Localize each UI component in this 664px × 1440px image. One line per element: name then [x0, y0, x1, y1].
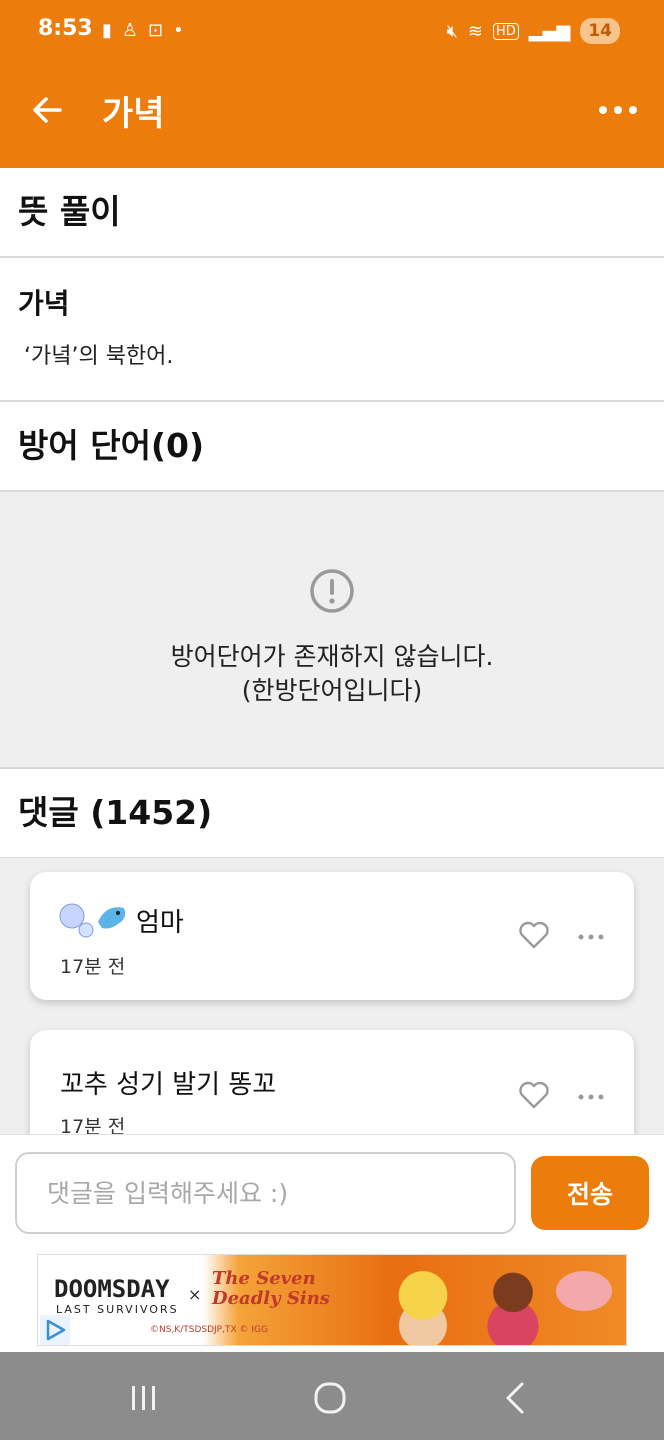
ad-choices-icon[interactable] — [40, 1315, 70, 1345]
bubble-dolphin-emoji-icon — [59, 903, 126, 938]
heart-icon[interactable] — [518, 920, 550, 950]
comments-header-section: 댓글 (1452) — [0, 769, 664, 857]
nav-back-icon[interactable] — [496, 1378, 536, 1418]
ad-banner[interactable]: DOOMSDAY LAST SURVIVORS × The Seven Dead… — [37, 1254, 627, 1346]
defense-header-section: 방어 단어(0) — [0, 402, 664, 490]
heart-icon[interactable] — [518, 1080, 550, 1110]
comment-card: 엄마 17분 전 — [30, 872, 634, 1000]
comments-list[interactable]: 엄마 17분 전 꼬추 성기 발기 똥꼬 17분 전 — [0, 858, 664, 1134]
comment-card: 꼬추 성기 발기 똥꼬 17분 전 — [30, 1030, 634, 1134]
meaning-header-section: 뜻 풀이 — [0, 168, 664, 256]
comment-time: 17분 전 — [60, 956, 126, 978]
ad-brand2-line1: The Seven — [212, 1268, 316, 1289]
meaning-definition: ‘가녘’의 북한어. — [24, 344, 174, 369]
ad-brand-seven-deadly-sins: The Seven Deadly Sins — [212, 1269, 330, 1309]
ad-character-image — [378, 1261, 468, 1345]
ad-brand-doomsday-sub: LAST SURVIVORS — [56, 1303, 179, 1316]
home-icon[interactable] — [310, 1378, 350, 1418]
ad-brand-doomsday: DOOMSDAY — [54, 1275, 170, 1303]
mute-icon: 🔇︎ — [446, 20, 458, 42]
comment-input[interactable] — [15, 1152, 516, 1234]
page-title: 가녁 — [102, 94, 165, 134]
comment-author: 엄마 — [136, 908, 184, 938]
ad-character-image — [478, 1263, 548, 1345]
wifi-icon: ≋ — [467, 20, 483, 42]
comment-more-icon[interactable] — [578, 933, 604, 941]
screenshot-icon: ⊡ — [148, 20, 164, 41]
status-icons-right: 🔇︎ ≋ HD ▂▄▆ 14 — [447, 18, 620, 44]
ad-brand2-line2: Deadly Sins — [212, 1288, 330, 1309]
meaning-header: 뜻 풀이 — [18, 192, 121, 231]
back-arrow-icon[interactable] — [26, 88, 70, 132]
app-bar: 가녁 — [0, 64, 664, 168]
empty-message-line1: 방어단어가 존재하지 않습니다. — [170, 642, 494, 671]
comment-input-bar: 전송 — [0, 1134, 664, 1244]
divider — [0, 256, 664, 258]
comment-author: 꼬추 성기 발기 똥꼬 — [60, 1070, 277, 1100]
alert-circle-icon — [310, 569, 354, 613]
dot-icon: • — [173, 20, 184, 41]
system-nav-bar — [0, 1352, 664, 1440]
comment-more-icon[interactable] — [578, 1093, 604, 1101]
hd-icon: HD — [493, 22, 519, 40]
send-button[interactable]: 전송 — [531, 1156, 649, 1230]
status-icons-left: ▮ ♙ ⊡ • — [102, 20, 184, 41]
status-bar: 8:53 ▮ ♙ ⊡ • 🔇︎ ≋ HD ▂▄▆ 14 — [0, 0, 664, 64]
ad-copyright: ©NS,K/TSDSDJP,TX © IGG — [150, 1325, 268, 1335]
empty-message-line2: (한방단어입니다) — [241, 676, 423, 705]
accessibility-icon: ♙ — [121, 20, 139, 41]
defense-empty-state — [0, 492, 664, 767]
comment-time: 17분 전 — [60, 1116, 126, 1134]
recent-apps-icon[interactable] — [124, 1378, 164, 1418]
comments-header: 댓글 (1452) — [18, 793, 213, 832]
empty-message: 방어단어가 존재하지 않습니다. (한방단어입니다) — [0, 640, 664, 708]
top-bar: 8:53 ▮ ♙ ⊡ • 🔇︎ ≋ HD ▂▄▆ 14 가녁 — [0, 0, 664, 168]
battery-indicator: 14 — [580, 18, 620, 44]
ad-pig-image — [556, 1271, 612, 1311]
meaning-word: 가녁 — [18, 287, 70, 320]
more-options-icon[interactable] — [598, 96, 638, 124]
battery-saver-icon: ▮ — [102, 20, 112, 41]
defense-header: 방어 단어(0) — [18, 426, 205, 465]
ad-cross-icon: × — [188, 1285, 202, 1304]
status-time: 8:53 — [38, 16, 93, 41]
signal-icon: ▂▄▆ — [528, 20, 571, 42]
